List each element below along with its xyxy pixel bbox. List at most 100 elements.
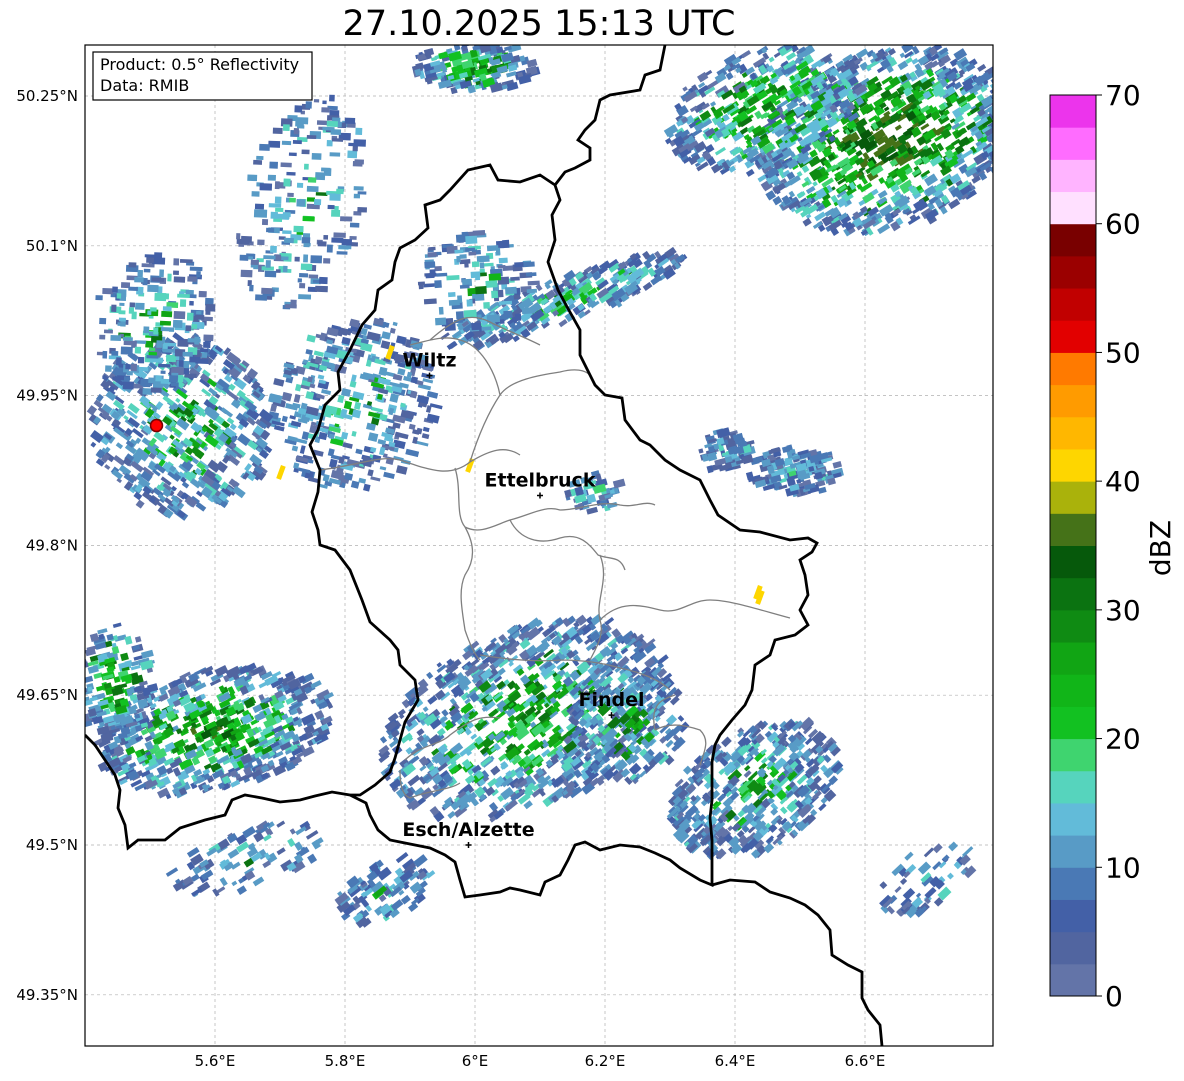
echo-pixel: [228, 383, 236, 391]
echo-pixel: [285, 304, 297, 309]
echo-pixel: [170, 382, 179, 387]
echo-pixel: [349, 380, 357, 388]
echo-pixel: [395, 335, 407, 345]
echo-pixel: [426, 671, 434, 680]
echo-pixel: [760, 757, 768, 765]
echo-pixel: [129, 302, 136, 308]
echo-pixel: [250, 259, 259, 266]
echo-pixel: [105, 365, 112, 372]
echo-pixel: [573, 768, 583, 779]
echo-pixel: [125, 363, 131, 370]
echo-pixel: [181, 481, 190, 489]
echo-pixel: [745, 168, 755, 177]
echo-pixel: [427, 695, 438, 705]
echo-pixel: [989, 86, 993, 94]
echo-pixel: [117, 322, 122, 326]
echo-pixel: [392, 373, 403, 381]
echo-pixel: [263, 255, 276, 260]
echo-pixel: [996, 110, 1005, 118]
echo-pixel: [281, 140, 292, 146]
echo-pixel: [1002, 101, 1012, 109]
echo-pixel: [266, 296, 273, 300]
echo-pixel: [251, 191, 260, 197]
echo-pixel: [832, 128, 840, 135]
echo-pixel: [326, 140, 333, 147]
echo-pixel: [303, 254, 309, 263]
echo-pixel: [302, 216, 315, 222]
echo-pixel: [317, 374, 325, 380]
echo-pixel: [380, 340, 391, 350]
echo-pixel: [160, 370, 166, 374]
echo-pixel: [143, 326, 150, 334]
echo-pixel: [812, 181, 818, 187]
echo-pixel: [112, 622, 122, 628]
echo-pixel: [464, 774, 476, 785]
echo-pixel: [307, 177, 317, 183]
echo-pixel: [323, 258, 331, 264]
echo-pixel: [303, 163, 309, 170]
echo-pixel: [255, 294, 268, 301]
echo-pixel: [293, 393, 301, 403]
echo-pixel: [112, 286, 118, 293]
echo-pixel: [558, 318, 568, 328]
echo-pixel: [998, 104, 1006, 112]
echo-pixel: [299, 273, 309, 278]
echo-pixel: [259, 143, 270, 151]
echo-pixel: [315, 192, 328, 196]
echo-pixel: [855, 48, 869, 59]
echo-pixel: [153, 327, 159, 335]
echo-pixel: [407, 774, 421, 787]
echo-pixel: [85, 668, 86, 674]
echo-pixel: [256, 155, 264, 160]
echo-pixel: [261, 219, 269, 226]
echo-pixel: [301, 431, 310, 441]
echo-pixel: [122, 381, 134, 390]
echo-pixel: [350, 480, 360, 489]
echo-pixel: [168, 327, 175, 332]
echo-pixel: [120, 346, 133, 355]
echo-pixel: [977, 63, 987, 72]
echo-pixel: [329, 94, 335, 102]
echo-pixel: [280, 162, 292, 168]
echo-pixel: [877, 223, 891, 235]
echo-pixel: [333, 232, 346, 238]
echo-pixel: [155, 375, 162, 382]
echo-pixel: [690, 794, 702, 807]
echo-pixel: [103, 329, 113, 334]
echo-pixel: [292, 140, 302, 145]
echo-pixel: [267, 174, 276, 181]
echo-pixel: [336, 251, 348, 255]
echo-pixel: [133, 491, 143, 501]
echo-pixel: [370, 406, 384, 413]
echo-pixel: [102, 288, 114, 295]
echo-pixel: [389, 327, 396, 334]
echo-pixel: [315, 285, 328, 293]
echo-pixel: [198, 290, 207, 298]
echo-pixel: [682, 86, 688, 92]
echo-pixel: [1002, 128, 1014, 139]
echo-pixel: [336, 188, 344, 195]
echo-pixel: [352, 161, 363, 167]
echo-pixel: [656, 654, 669, 666]
echo-pixel: [357, 206, 367, 213]
echo-pixel: [159, 320, 171, 326]
echo-pixel: [282, 124, 290, 132]
echo-pixel: [313, 99, 320, 103]
echo-pixel: [877, 189, 888, 199]
echo-pixel: [505, 71, 517, 78]
echo-pixel: [269, 161, 278, 169]
echo-pixel: [200, 348, 209, 353]
echo-pixel: [185, 325, 192, 332]
echo-pixel: [275, 207, 284, 213]
echo-pixel: [253, 209, 268, 218]
echo-pixel: [274, 196, 282, 204]
echo-pixel: [137, 356, 145, 364]
echo-pixel: [785, 51, 797, 61]
echo-pixel: [351, 430, 357, 437]
echo-pixel: [310, 255, 323, 264]
echo-pixel: [379, 736, 388, 744]
echo-pixel: [113, 455, 126, 466]
echo-pixel: [270, 211, 278, 219]
echo-pixel: [948, 198, 961, 210]
echo-pixel: [173, 276, 186, 283]
